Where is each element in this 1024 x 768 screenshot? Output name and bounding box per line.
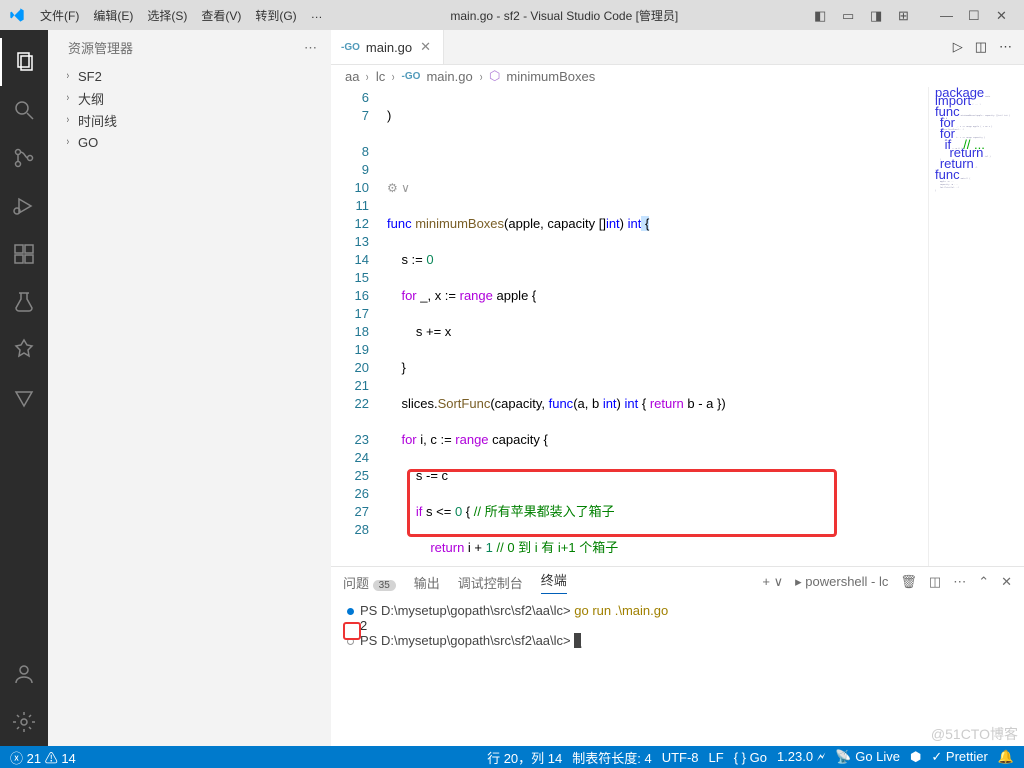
account-icon[interactable] xyxy=(0,650,48,698)
menu-bar: 文件(F) 编辑(E) 选择(S) 查看(V) 转到(G) … xyxy=(34,3,329,28)
status-bell-icon[interactable]: 🔔 xyxy=(998,749,1014,765)
search-icon[interactable] xyxy=(0,86,48,134)
status-bar: ⓧ 21 ⚠ 14 行 20，列 14 制表符长度: 4 UTF-8 LF { … xyxy=(0,746,1024,768)
menu-go[interactable]: 转到(G) xyxy=(249,3,302,28)
line-numbers: 6789101112131415161718192021222324252627… xyxy=(331,87,387,566)
tab-debug-console[interactable]: 调试控制台 xyxy=(458,573,523,592)
sidebar-title: 资源管理器 xyxy=(68,38,133,57)
status-tabsize[interactable]: 制表符长度: 4 xyxy=(572,748,651,767)
code-editor[interactable]: 6789101112131415161718192021222324252627… xyxy=(331,87,1024,566)
activity-bar xyxy=(0,30,48,746)
menu-view[interactable]: 查看(V) xyxy=(195,3,247,28)
status-go-version[interactable]: 1.23.0 🗲 xyxy=(777,749,825,765)
window-title: main.go - sf2 - Visual Studio Code [管理员] xyxy=(329,7,800,24)
tab-label: main.go xyxy=(366,40,412,55)
symbol-icon: ⬡ xyxy=(489,68,500,84)
terminal-output: 2 xyxy=(347,618,1008,633)
status-language[interactable]: { } Go xyxy=(734,750,767,765)
menu-edit[interactable]: 编辑(E) xyxy=(87,3,139,28)
tree-item-go[interactable]: ›GO xyxy=(56,131,331,153)
status-errors[interactable]: ⓧ 21 ⚠ 14 xyxy=(10,748,76,767)
maximize-icon[interactable]: ☐ xyxy=(968,8,982,22)
editor-group: -GO main.go ✕ ▷ ◫ ⋯ aa› lc› -GOmain.go› … xyxy=(331,30,1024,746)
layout-custom-icon[interactable]: ⊞ xyxy=(898,8,912,22)
terminal-profile[interactable]: ▸ powershell - lc xyxy=(795,574,888,590)
status-go-live[interactable]: 📡 Go Live xyxy=(835,749,900,765)
extensions-icon[interactable] xyxy=(0,230,48,278)
status-encoding[interactable]: UTF-8 xyxy=(662,750,699,765)
status-cursor[interactable]: 行 20，列 14 xyxy=(487,748,562,767)
tree-item-timeline[interactable]: ›时间线 xyxy=(56,109,331,131)
new-terminal-icon[interactable]: + ∨ xyxy=(762,574,783,590)
tab-terminal[interactable]: 终端 xyxy=(541,570,567,594)
breadcrumbs[interactable]: aa› lc› -GOmain.go› ⬡minimumBoxes xyxy=(331,65,1024,87)
minimap[interactable]: package main import ( ... ) func minimum… xyxy=(928,87,1024,566)
minimize-icon[interactable]: — xyxy=(940,8,954,22)
layout-panel-icon[interactable]: ▭ xyxy=(842,8,856,22)
tree-item-outline[interactable]: ›大纲 xyxy=(56,87,331,109)
tab-main-go[interactable]: -GO main.go ✕ xyxy=(331,30,444,64)
status-eol[interactable]: LF xyxy=(709,750,724,765)
scm-icon[interactable] xyxy=(0,134,48,182)
panel-maximize-icon[interactable]: ⌃ xyxy=(978,574,989,590)
menu-file[interactable]: 文件(F) xyxy=(34,3,85,28)
ext2-icon[interactable] xyxy=(0,374,48,422)
title-bar: 文件(F) 编辑(E) 选择(S) 查看(V) 转到(G) … main.go … xyxy=(0,0,1024,30)
go-file-icon: -GO xyxy=(341,42,360,53)
split-icon[interactable]: ◫ xyxy=(975,39,987,55)
settings-icon[interactable] xyxy=(0,698,48,746)
panel-tabs: 问题 35 输出 调试控制台 终端 + ∨ ▸ powershell - lc … xyxy=(331,567,1024,597)
layout-controls: ◧ ▭ ◨ ⊞ xyxy=(800,8,926,22)
menu-more[interactable]: … xyxy=(305,3,329,28)
split-terminal-icon[interactable]: ◫ xyxy=(929,574,941,590)
explorer-icon[interactable] xyxy=(0,38,48,86)
layout-primary-icon[interactable]: ◧ xyxy=(814,8,828,22)
go-file-icon: -GO xyxy=(402,71,421,82)
testing-icon[interactable] xyxy=(0,278,48,326)
layout-secondary-icon[interactable]: ◨ xyxy=(870,8,884,22)
run-icon[interactable]: ▷ xyxy=(953,39,963,55)
menu-selection[interactable]: 选择(S) xyxy=(141,3,193,28)
terminal[interactable]: PS D:\mysetup\gopath\src\sf2\aa\lc> go r… xyxy=(331,597,1024,746)
panel-close-icon[interactable]: ✕ xyxy=(1001,574,1012,590)
editor-tabs: -GO main.go ✕ ▷ ◫ ⋯ xyxy=(331,30,1024,65)
tab-output[interactable]: 输出 xyxy=(414,573,440,592)
trash-icon[interactable]: 🗑 xyxy=(900,574,917,590)
explorer-sidebar: 资源管理器 ⋯ ›SF2 ›大纲 ›时间线 ›GO xyxy=(48,30,331,746)
sidebar-more-icon[interactable]: ⋯ xyxy=(304,40,317,56)
close-icon[interactable]: ✕ xyxy=(996,8,1010,22)
debug-icon[interactable] xyxy=(0,182,48,230)
annotation-box xyxy=(343,622,361,640)
panel: 问题 35 输出 调试控制台 终端 + ∨ ▸ powershell - lc … xyxy=(331,566,1024,746)
status-prettier[interactable]: ✓ Prettier xyxy=(931,749,987,765)
vscode-logo-icon xyxy=(0,7,34,23)
tab-close-icon[interactable]: ✕ xyxy=(418,39,433,55)
tab-problems[interactable]: 问题 35 xyxy=(343,573,396,592)
watermark: @51CTO博客 xyxy=(931,724,1018,744)
ext1-icon[interactable] xyxy=(0,326,48,374)
tree-item-sf2[interactable]: ›SF2 xyxy=(56,65,331,87)
window-controls: — ☐ ✕ xyxy=(926,8,1024,22)
panel-more-icon[interactable]: ⋯ xyxy=(953,574,966,590)
tab-more-icon[interactable]: ⋯ xyxy=(999,39,1012,55)
status-ext-icon[interactable]: ⬢ xyxy=(910,749,921,765)
